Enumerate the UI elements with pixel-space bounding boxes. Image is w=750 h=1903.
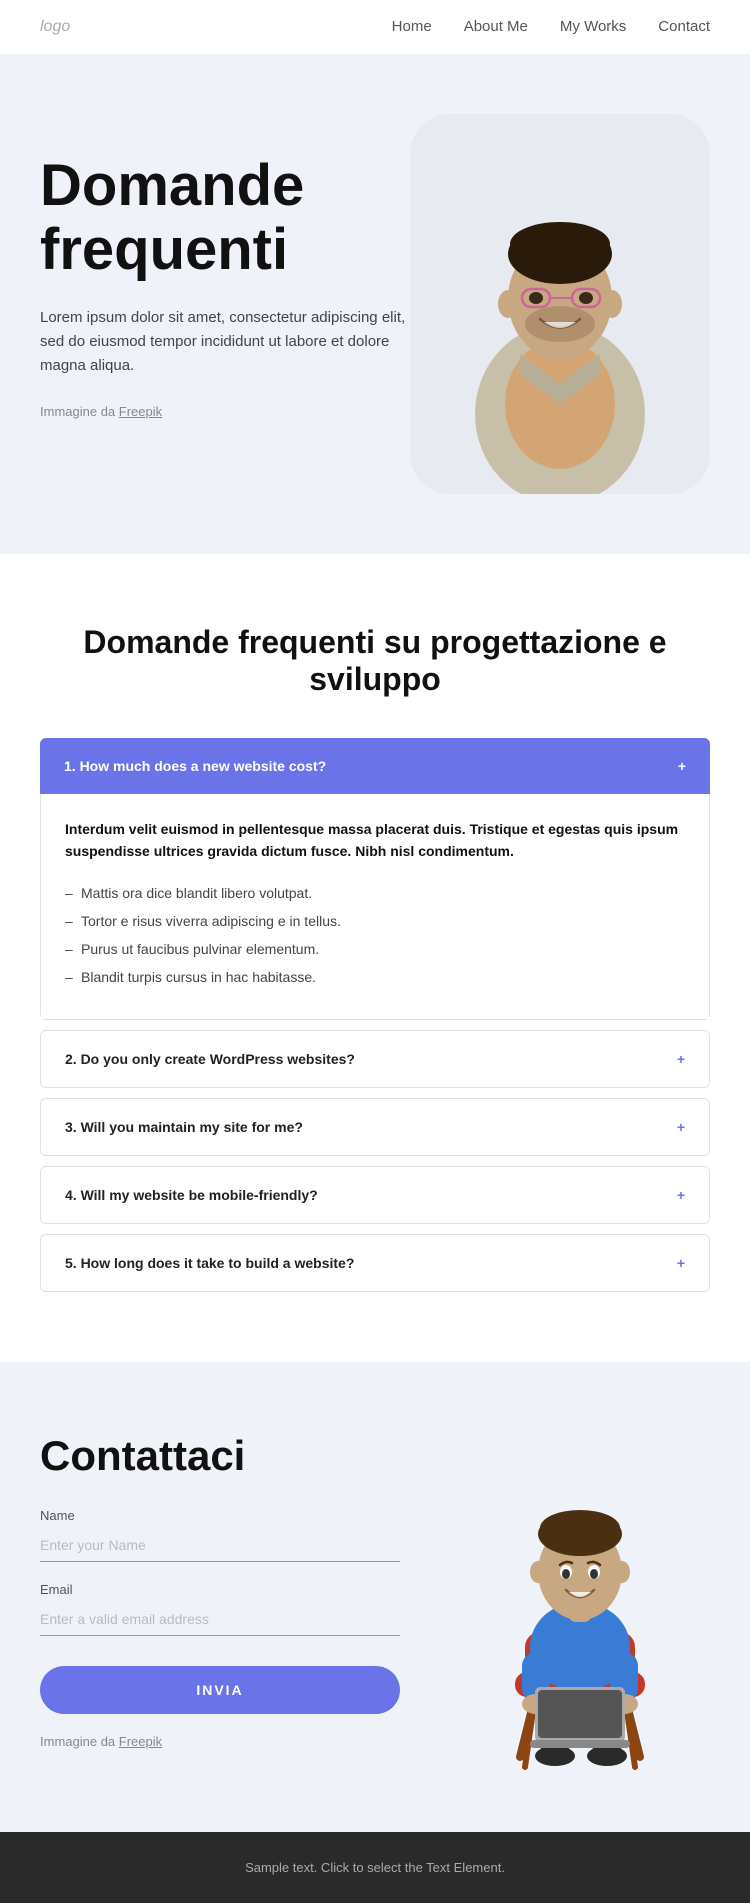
faq-plus-icon-4: +: [677, 1188, 685, 1202]
faq-plus-icon-3: +: [677, 1120, 685, 1134]
faq-header-2[interactable]: 2. Do you only create WordPress websites…: [41, 1031, 709, 1087]
submit-button[interactable]: INVIA: [40, 1666, 400, 1714]
faq-item-3: 3. Will you maintain my site for me? +: [40, 1098, 710, 1156]
navigation: logo Home About Me My Works Contact: [0, 0, 750, 54]
list-item: Tortor e risus viverra adipiscing e in t…: [65, 907, 685, 935]
contact-person-svg: [460, 1472, 700, 1772]
contact-title: Contattaci: [40, 1432, 400, 1480]
faq-item-4: 4. Will my website be mobile-friendly? +: [40, 1166, 710, 1224]
list-item: Blandit turpis cursus in hac habitasse.: [65, 963, 685, 991]
contact-image-area: [450, 1432, 710, 1772]
email-input[interactable]: [40, 1603, 400, 1636]
faq-plus-icon-2: +: [677, 1052, 685, 1066]
logo: logo: [40, 18, 70, 36]
faq-question-1: 1. How much does a new website cost?: [64, 758, 326, 774]
hero-freepik-link[interactable]: Freepik: [119, 404, 162, 419]
faq-answer-bold-1: Interdum velit euismod in pellentesque m…: [65, 818, 685, 863]
faq-plus-icon-1: +: [678, 759, 686, 773]
nav-works[interactable]: My Works: [560, 18, 626, 35]
hero-title: Domande frequenti: [40, 154, 410, 282]
faq-header-4[interactable]: 4. Will my website be mobile-friendly? +: [41, 1167, 709, 1223]
faq-body-1: Interdum velit euismod in pellentesque m…: [40, 794, 710, 1020]
nav-home[interactable]: Home: [392, 18, 432, 35]
list-item: Purus ut faucibus pulvinar elementum.: [65, 935, 685, 963]
faq-section-title: Domande frequenti su progettazione e svi…: [40, 624, 710, 698]
faq-header-3[interactable]: 3. Will you maintain my site for me? +: [41, 1099, 709, 1155]
footer: Sample text. Click to select the Text El…: [0, 1832, 750, 1903]
email-form-group: Email: [40, 1582, 400, 1636]
faq-item-2: 2. Do you only create WordPress websites…: [40, 1030, 710, 1088]
contact-form-area: Contattaci Name Email INVIA Immagine da …: [40, 1432, 400, 1749]
nav-links: Home About Me My Works Contact: [392, 18, 710, 36]
faq-plus-icon-5: +: [677, 1256, 685, 1270]
faq-section: Domande frequenti su progettazione e svi…: [0, 554, 750, 1362]
faq-question-5: 5. How long does it take to build a webs…: [65, 1255, 354, 1271]
hero-image: [410, 114, 710, 494]
email-label: Email: [40, 1582, 400, 1597]
faq-item-5: 5. How long does it take to build a webs…: [40, 1234, 710, 1292]
hero-text: Domande frequenti Lorem ipsum dolor sit …: [40, 94, 410, 446]
faq-answer-list-1: Mattis ora dice blandit libero volutpat.…: [65, 879, 685, 991]
nav-contact[interactable]: Contact: [658, 18, 710, 35]
faq-item-1: 1. How much does a new website cost? + I…: [40, 738, 710, 1020]
faq-question-3: 3. Will you maintain my site for me?: [65, 1119, 303, 1135]
faq-question-2: 2. Do you only create WordPress websites…: [65, 1051, 355, 1067]
nav-about[interactable]: About Me: [464, 18, 528, 35]
hero-description: Lorem ipsum dolor sit amet, consectetur …: [40, 306, 410, 378]
contact-section: Contattaci Name Email INVIA Immagine da …: [0, 1362, 750, 1832]
name-input[interactable]: [40, 1529, 400, 1562]
faq-header-5[interactable]: 5. How long does it take to build a webs…: [41, 1235, 709, 1291]
faq-header-1[interactable]: 1. How much does a new website cost? +: [40, 738, 710, 794]
name-label: Name: [40, 1508, 400, 1523]
hero-person-svg: [410, 114, 710, 494]
name-form-group: Name: [40, 1508, 400, 1562]
hero-section: Domande frequenti Lorem ipsum dolor sit …: [0, 54, 750, 554]
footer-text: Sample text. Click to select the Text El…: [245, 1860, 505, 1875]
list-item: Mattis ora dice blandit libero volutpat.: [65, 879, 685, 907]
contact-freepik-link[interactable]: Freepik: [119, 1734, 162, 1749]
faq-question-4: 4. Will my website be mobile-friendly?: [65, 1187, 318, 1203]
contact-image-credit: Immagine da Freepik: [40, 1734, 400, 1749]
hero-image-credit: Immagine da Freepik: [40, 402, 410, 423]
